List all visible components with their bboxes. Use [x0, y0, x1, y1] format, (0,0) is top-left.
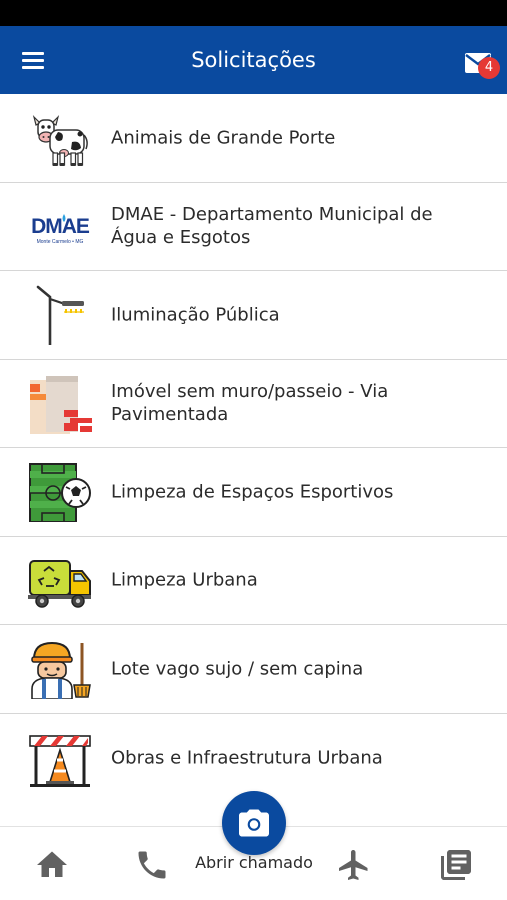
request-list: Animais de Grande Porte DMAE Monte Carme… [0, 94, 507, 802]
open-ticket-label: Abrir chamado [195, 853, 313, 872]
list-item-lote[interactable]: Lote vago sujo / sem capina [0, 625, 507, 714]
street-lamp-icon [28, 285, 92, 347]
list-item-label: Obras e Infraestrutura Urbana [111, 747, 383, 769]
wall-icon [28, 374, 92, 434]
list-item-limpeza-urbana[interactable]: Limpeza Urbana [0, 536, 507, 625]
list-item-esportivos[interactable]: Limpeza de Espaços Esportivos [0, 448, 507, 537]
airplane-icon[interactable] [336, 847, 372, 883]
list-item-iluminacao[interactable]: Iluminação Pública [0, 271, 507, 360]
worker-icon [28, 639, 92, 700]
status-bar [0, 0, 507, 26]
list-item-label: Imóvel sem muro/passeio - Via Pavimentad… [111, 381, 389, 426]
page-title: Solicitações [191, 48, 316, 72]
open-ticket-button[interactable] [222, 791, 286, 855]
camera-icon [236, 805, 272, 841]
app-bar: Solicitações 4 [0, 26, 507, 94]
list-item-label: Animais de Grande Porte [111, 127, 336, 149]
list-item-label: Limpeza Urbana [111, 569, 258, 591]
dmae-logo-subtext: Monte Carmelo • MG [37, 239, 84, 245]
dmae-logo-text: DMAE [31, 215, 90, 238]
soccer-field-icon [28, 462, 92, 523]
list-item-label: Iluminação Pública [111, 304, 280, 326]
news-icon[interactable] [438, 847, 474, 883]
list-item-dmae[interactable]: DMAE Monte Carmelo • MG DMAE - Departame… [0, 182, 507, 271]
dmae-logo-icon: DMAE Monte Carmelo • MG [28, 197, 92, 257]
list-item-label: DMAE - Departamento Municipal de Água e … [111, 204, 433, 249]
list-item-animais[interactable]: Animais de Grande Porte [0, 94, 507, 183]
road-barrier-icon [28, 728, 92, 788]
home-icon[interactable] [34, 847, 70, 883]
garbage-truck-icon [28, 551, 92, 611]
list-item-label: Lote vago sujo / sem capina [111, 658, 364, 680]
list-item-obras[interactable]: Obras e Infraestrutura Urbana [0, 713, 507, 802]
list-item-imovel[interactable]: Imóvel sem muro/passeio - Via Pavimentad… [0, 359, 507, 448]
phone-icon[interactable] [134, 847, 170, 883]
notification-badge: 4 [478, 57, 500, 79]
list-item-label: Limpeza de Espaços Esportivos [111, 481, 394, 503]
cow-icon [28, 108, 92, 168]
